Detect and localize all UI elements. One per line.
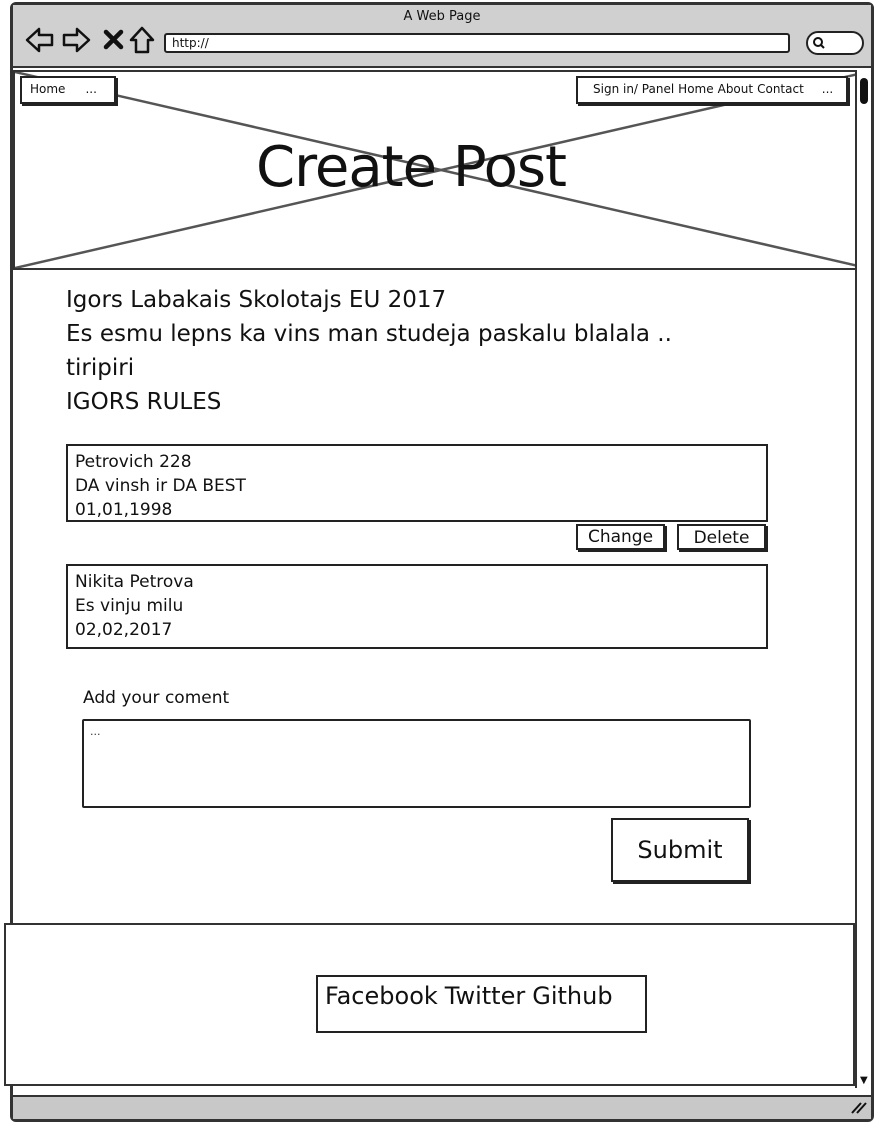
submit-button[interactable]: Submit (611, 818, 749, 882)
address-bar[interactable]: http:// (164, 33, 790, 53)
comment-author: Nikita Petrova (75, 572, 194, 592)
vertical-scrollbar[interactable]: ▼ (855, 70, 871, 1088)
nav-about-link[interactable]: About (718, 82, 753, 96)
scroll-down-arrow-icon[interactable]: ▼ (860, 1076, 868, 1086)
comment-card: Nikita Petrova Es vinju milu 02,02,2017 (66, 564, 768, 649)
back-arrow-icon[interactable] (25, 25, 55, 55)
browser-titlebar: A Web Page http:// (13, 5, 871, 68)
browser-search-field[interactable] (806, 31, 864, 55)
comment-text: Es vinju milu (75, 596, 184, 616)
change-comment-button[interactable]: Change (576, 524, 665, 550)
stop-x-icon[interactable] (99, 25, 129, 55)
nav-left-menu: Home... (20, 76, 116, 104)
github-link[interactable]: Github (532, 982, 612, 1010)
home-icon[interactable] (127, 25, 157, 55)
nav-home-right-link[interactable]: Home (678, 82, 713, 96)
twitter-link[interactable]: Twitter (445, 982, 525, 1010)
forward-arrow-icon[interactable] (61, 25, 91, 55)
browser-statusbar (13, 1095, 871, 1119)
comment-text: DA vinsh ir DA BEST (75, 476, 246, 496)
nav-right-more[interactable]: ... (822, 82, 833, 96)
resize-grip-icon[interactable] (849, 1100, 867, 1114)
delete-comment-button[interactable]: Delete (677, 524, 766, 550)
post-body-line: tiripiri (66, 355, 135, 381)
scrollbar-thumb[interactable] (860, 78, 868, 104)
nav-left-more[interactable]: ... (85, 82, 96, 96)
comment-date: 02,02,2017 (75, 620, 173, 640)
comment-author: Petrovich 228 (75, 452, 192, 472)
facebook-link[interactable]: Facebook (325, 982, 438, 1010)
post-title-line: Igors Labakais Skolotajs EU 2017 (66, 287, 447, 313)
add-comment-label: Add your coment (83, 688, 230, 708)
comment-card: Petrovich 228 DA vinsh ir DA BEST 01,01,… (66, 444, 768, 522)
nav-signin-link[interactable]: Sign in/ Panel (593, 82, 674, 96)
search-icon (813, 37, 825, 49)
page-title: Create Post (255, 135, 567, 200)
nav-contact-link[interactable]: Contact (757, 82, 804, 96)
social-links: Facebook Twitter Github (316, 975, 647, 1033)
comment-textarea[interactable]: ... (82, 719, 751, 808)
post-body-line: Es esmu lepns ka vins man studeja paskal… (66, 321, 672, 347)
nav-right-menu: Sign in/ Panel Home About Contact... (576, 76, 848, 104)
post-content: Igors Labakais Skolotajs EU 2017 Es esmu… (66, 283, 766, 419)
comment-date: 01,01,1998 (75, 500, 173, 520)
nav-home-link[interactable]: Home (30, 82, 65, 96)
post-body-line: IGORS RULES (66, 389, 222, 415)
window-title: A Web Page (403, 9, 481, 24)
